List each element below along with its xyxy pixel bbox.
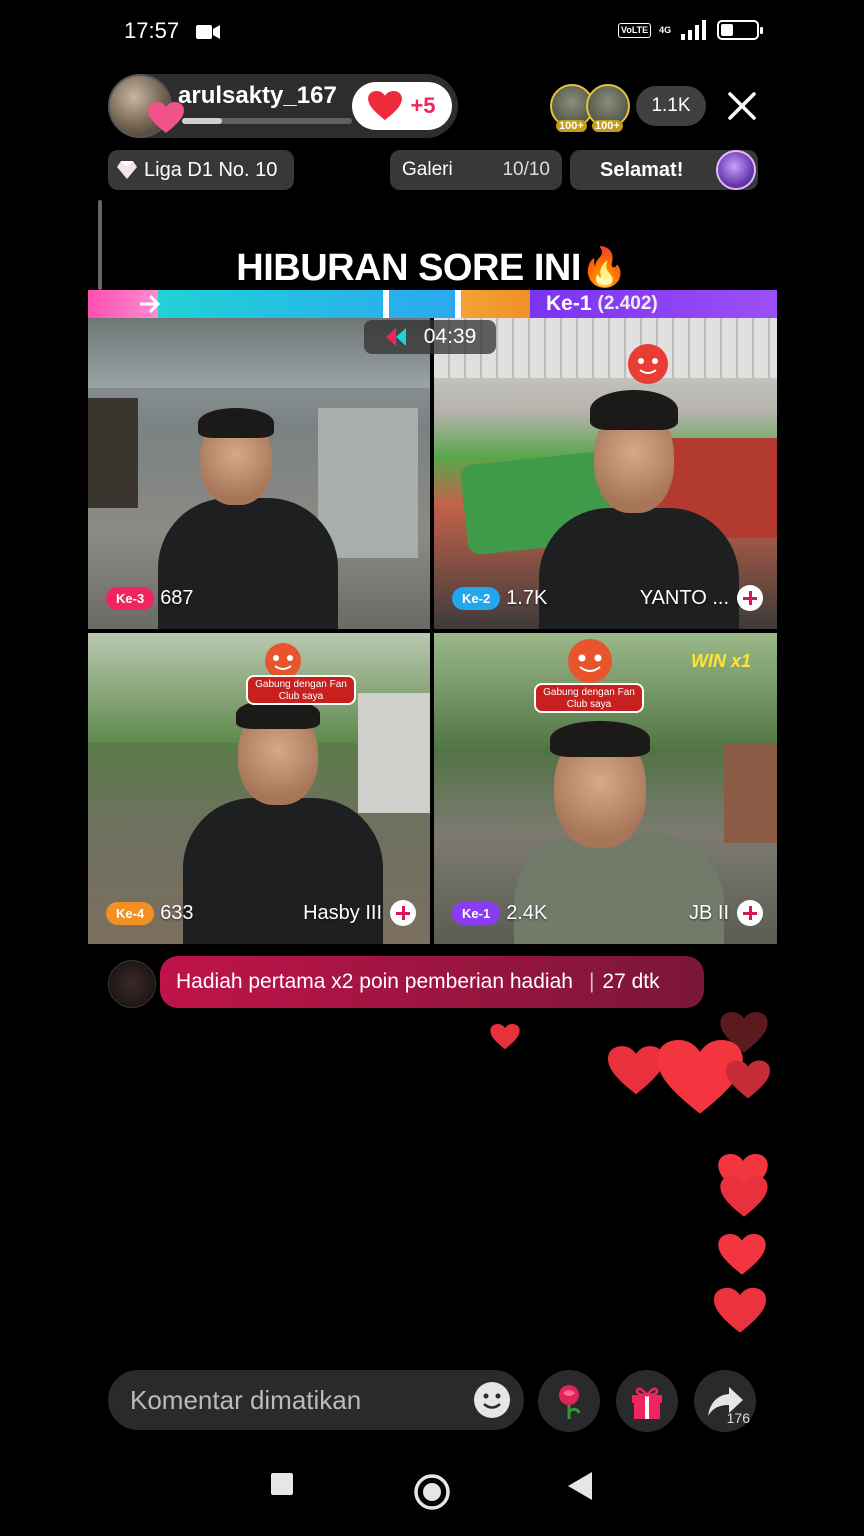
battle-segment-blue [158, 290, 458, 318]
stream-title: HIBURAN SORE INI🔥 [236, 247, 628, 289]
gallery-value: 10/10 [502, 159, 550, 180]
heart-icon [714, 1287, 766, 1333]
player-score: 2.4K [506, 901, 548, 924]
host-username: arulsakty_167 [178, 82, 337, 109]
emoji-icon[interactable] [472, 1380, 512, 1420]
stream-tile[interactable]: Ke-3 687 [88, 318, 430, 629]
diamond-icon [117, 161, 137, 179]
player-score: 1.7K [506, 586, 548, 609]
gift-button[interactable] [616, 1370, 678, 1432]
leading-rank: Ke-1 [546, 292, 592, 315]
player-name: YANTO ... [639, 586, 729, 609]
congrats-pill[interactable]: Selamat! [570, 150, 758, 190]
top-viewers[interactable]: 100+ 100+ 1.1K [550, 84, 706, 132]
congrats-avatar [716, 150, 756, 190]
gift-icon [632, 1387, 662, 1419]
banner-text: Hadiah pertama x2 poin pemberian hadiah [176, 970, 573, 993]
player-name: JB II [688, 901, 729, 924]
player-score: 687 [160, 586, 194, 609]
player-footer: Ke-3 687 [106, 583, 416, 613]
player-score: 633 [160, 901, 194, 924]
follow-player-button[interactable] [390, 900, 416, 926]
mascot-icon [568, 639, 612, 683]
stream-tile[interactable]: Gabung dengan Fan Club saya Ke-4 633 Has… [88, 633, 430, 944]
rose-gift-button[interactable] [538, 1370, 600, 1432]
share-button[interactable]: 176 [694, 1370, 756, 1432]
rose-icon [559, 1385, 581, 1419]
battle-segment-pink [88, 290, 161, 318]
rank-badge: Ke-4 [106, 901, 155, 925]
banner-separator: | [588, 970, 595, 993]
win-counter: WIN x1 [690, 651, 751, 671]
host-info[interactable]: arulsakty_167 +5 [108, 74, 458, 138]
follow-button[interactable]: +5 [352, 82, 452, 130]
nav-recents-icon[interactable] [268, 1470, 296, 1498]
mascot-icon [628, 344, 668, 384]
follow-count: +5 [410, 93, 436, 118]
stream-tile[interactable]: Gabung dengan Fan Club saya WIN x1 Ke-1 … [434, 633, 777, 944]
league-label: Liga D1 No. 10 [144, 158, 278, 181]
battle-timer: 04:39 [364, 320, 496, 354]
heart-icon [490, 1024, 520, 1050]
battle-score-bar: Ke-1 (2.402) [88, 290, 777, 318]
follow-player-button[interactable] [737, 900, 763, 926]
player-name: Hasby III [303, 901, 382, 924]
heart-icon [368, 91, 403, 121]
nav-back-icon[interactable] [566, 1470, 594, 1502]
door [318, 408, 418, 558]
gallery-label: Galeri [402, 159, 453, 180]
player-footer: Ke-2 1.7K YANTO ... [452, 583, 763, 613]
house [358, 693, 430, 813]
heart-icon [726, 1060, 770, 1099]
rank-badge: Ke-3 [106, 586, 155, 610]
heart-icon [720, 1176, 768, 1217]
signal-icon [681, 20, 707, 40]
battery-icon [717, 20, 764, 40]
league-badge[interactable]: Liga D1 No. 10 [108, 150, 294, 190]
battle-grid: Ke-3 687 Ke-2 1.7K YANTO ... Gabung deng… [88, 318, 777, 944]
battle-segment-orange [458, 290, 530, 318]
viewer-count[interactable]: 1.1K [636, 86, 706, 126]
congrats-label: Selamat! [600, 158, 684, 181]
battle-segment-purple: Ke-1 (2.402) [530, 290, 777, 318]
fan-club-label[interactable]: Gabung dengan Fan Club saya [534, 683, 644, 713]
player-footer: Ke-1 2.4K JB II [452, 898, 763, 928]
banner-countdown: 27 dtk [602, 970, 660, 993]
banner-avatar [108, 960, 156, 1008]
share-count: 176 [726, 1410, 750, 1426]
nav-home-icon[interactable] [412, 1472, 452, 1512]
heart-icon [718, 1234, 766, 1275]
timer-icon [385, 328, 406, 346]
gift-banner: Hadiah pertama x2 poin pemberian hadiah … [160, 956, 704, 1008]
rank-badge: Ke-2 [452, 586, 501, 610]
battle-marker [455, 290, 461, 318]
comment-input[interactable]: Komentar dimatikan [108, 1370, 524, 1430]
leading-score: (2.402) [597, 293, 658, 314]
network-type: 4G [659, 25, 672, 35]
gallery-pill[interactable]: Galeri 10/10 [390, 150, 562, 190]
follow-player-button[interactable] [737, 585, 763, 611]
boost-icon [140, 294, 161, 314]
status-icons: VoLTE 4G [618, 20, 764, 40]
video-camera-icon [196, 25, 220, 39]
host-progress-bar [182, 118, 352, 124]
player-footer: Ke-4 633 Hasby III [106, 898, 416, 928]
status-time: 17:57 [124, 18, 180, 43]
close-icon[interactable] [724, 88, 760, 124]
window [88, 398, 138, 508]
shed [724, 743, 777, 843]
rank-badge: Ke-1 [452, 901, 501, 925]
timer-value: 04:39 [423, 325, 477, 348]
volte-badge: VoLTE [618, 22, 652, 38]
viewer-avatar[interactable]: 100+ [586, 84, 630, 132]
stream-tile[interactable]: Ke-2 1.7K YANTO ... [434, 318, 777, 629]
fan-club-label[interactable]: Gabung dengan Fan Club saya [246, 675, 356, 705]
comment-placeholder: Komentar dimatikan [130, 1384, 362, 1415]
viewer-badge: 100+ [592, 120, 623, 132]
viewer-badge: 100+ [556, 120, 587, 132]
status-bar: 17:57 VoLTE 4G [0, 0, 864, 64]
battle-marker [383, 290, 389, 318]
